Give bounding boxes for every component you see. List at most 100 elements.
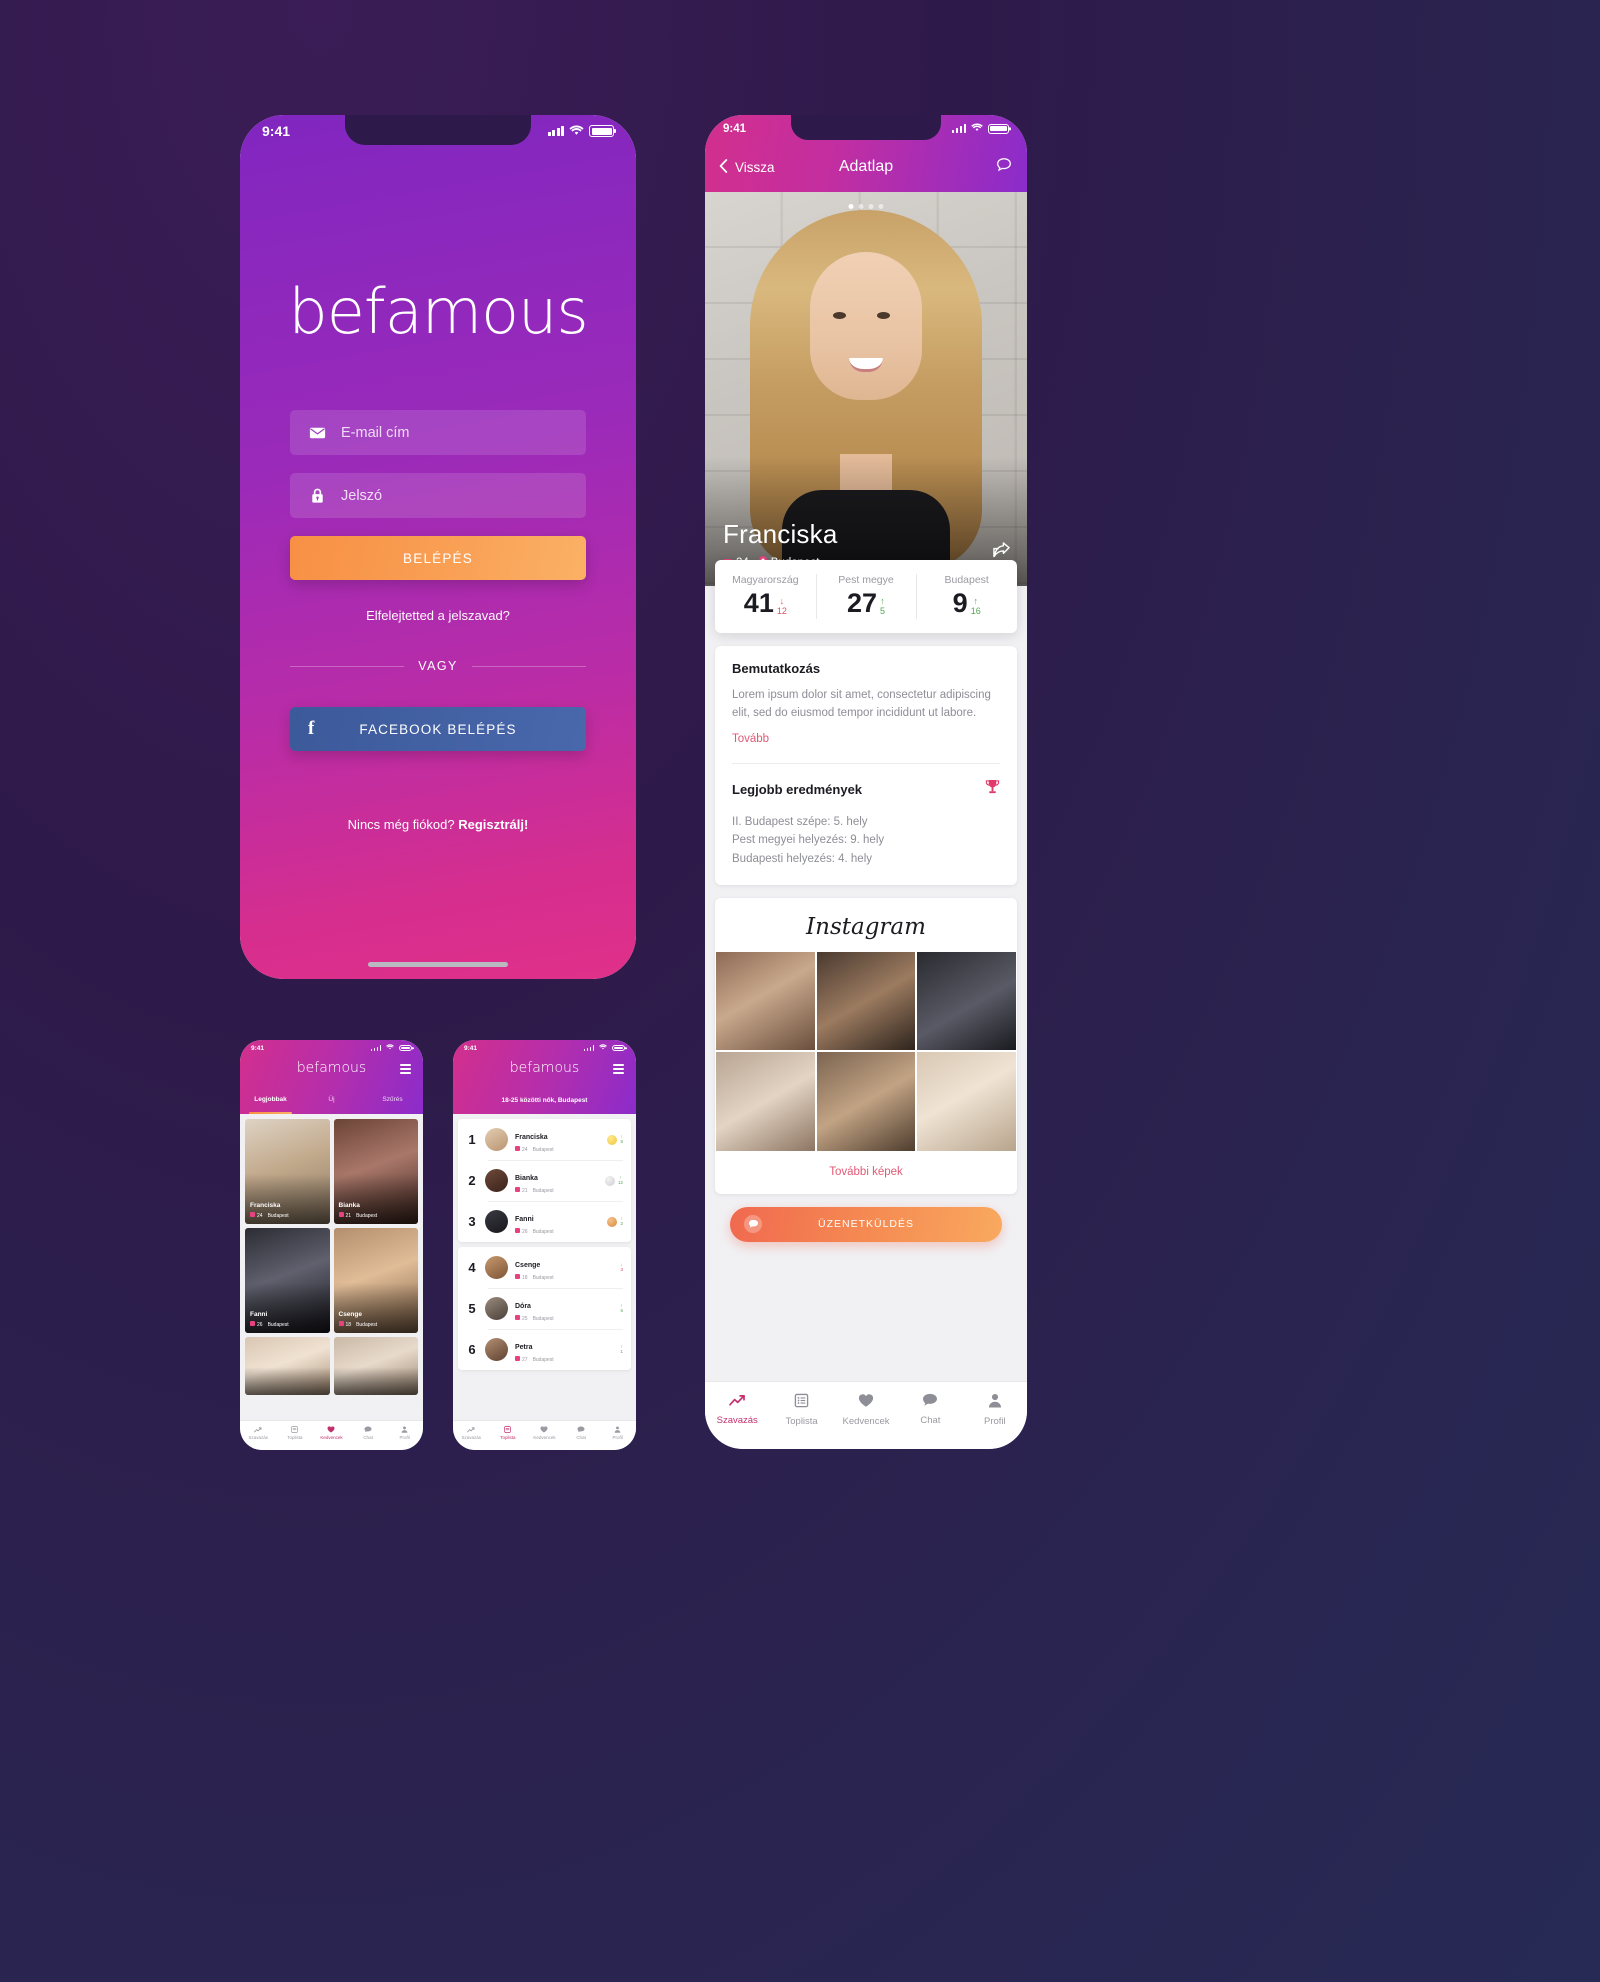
about-more-link[interactable]: Tovább	[732, 733, 769, 745]
profile-card[interactable]: Fanni 26 Budapest	[245, 1228, 330, 1333]
list-item[interactable]: 4 Csenge 18 Budapest ↓ 3	[458, 1247, 631, 1288]
rank-number: 1	[468, 1132, 476, 1147]
profile-card[interactable]: Franciska 24 Budapest	[245, 1119, 330, 1224]
tab-szures[interactable]: Szűrés	[362, 1090, 423, 1114]
tab-kedvencek[interactable]: Kedvencek	[526, 1421, 563, 1445]
stat-label: Budapest	[944, 574, 989, 586]
instagram-photo[interactable]	[917, 1052, 1016, 1151]
facebook-login-label: FACEBOOK BELÉPÉS	[359, 721, 517, 737]
tab-toplista[interactable]: Toplista	[490, 1421, 527, 1445]
list-item[interactable]: 2 Bianka 21 Budapest ↑ 12	[458, 1160, 631, 1201]
stat-item[interactable]: Pest megye 27 ↑ 5	[815, 560, 917, 633]
stat-delta-value: 5	[880, 605, 886, 616]
rank-number: 6	[468, 1342, 476, 1357]
tab-label: Szavazás	[716, 1414, 758, 1426]
tab-legjobbak[interactable]: Legjobbak	[240, 1090, 301, 1114]
silver-medal-icon	[604, 1175, 615, 1186]
tab-label: Toplista	[500, 1435, 516, 1440]
status-bar: 9:41	[453, 1040, 636, 1056]
toplist-group-rest: 4 Csenge 18 Budapest ↓ 3 5 Dóra 25 Budap…	[458, 1247, 631, 1370]
stat-value: 27	[846, 588, 878, 618]
app-logo-text: befamous	[296, 1060, 367, 1076]
separator-line-right	[471, 665, 587, 667]
instagram-photo[interactable]	[716, 951, 815, 1051]
list-item-city: Budapest	[532, 1356, 554, 1363]
about-section: Bemutatkozás Lorem ipsum dolor sit amet,…	[715, 646, 1017, 763]
list-item[interactable]: 3 Fanni 26 Budapest ↑ 2	[458, 1201, 631, 1242]
signup-prompt[interactable]: Nincs még fiókod? Regisztrálj!	[290, 817, 586, 832]
result-item: II. Budapest szépe: 5. hely	[732, 815, 868, 828]
stat-item[interactable]: Budapest 9 ↑ 16	[916, 560, 1017, 633]
list-item[interactable]: 5 Dóra 25 Budapest ↑ 6	[458, 1288, 631, 1329]
or-separator: VAGY	[290, 659, 587, 673]
avatar	[485, 1210, 508, 1233]
list-item-name: Csenge	[515, 1262, 541, 1269]
instagram-photo[interactable]	[816, 1052, 916, 1151]
profile-card[interactable]: Csenge 18 Budapest	[333, 1228, 418, 1333]
toplist-filter-subtitle[interactable]: 18-25 közötti nők, Budapest	[453, 1090, 636, 1104]
tab-toplista[interactable]: Toplista	[769, 1382, 833, 1437]
list-item-city: Budapest	[532, 1315, 554, 1322]
tab-szavazas[interactable]: Szavazás	[705, 1382, 769, 1437]
profile-card[interactable]	[245, 1337, 330, 1395]
instagram-more-link[interactable]: További képek	[715, 1151, 1017, 1194]
list-item-name: Franciska	[515, 1134, 548, 1141]
tab-szavazas[interactable]: Szavazás	[240, 1421, 277, 1445]
toplist-scroll-area[interactable]: 1 Franciska 24 Budapest ↑ 5 2 Bianka 21 …	[453, 1114, 636, 1420]
chat-icon[interactable]	[995, 156, 1013, 179]
stat-delta: ↓ 12	[777, 596, 787, 616]
age-square-icon	[515, 1356, 520, 1361]
signup-link[interactable]: Regisztrálj!	[458, 817, 528, 832]
stat-item[interactable]: Magyarország 41 ↓ 12	[715, 560, 816, 633]
login-button[interactable]: BELÉPÉS	[290, 536, 586, 580]
send-message-label: ÜZENETKÜLDÉS	[817, 1218, 914, 1231]
grid-scroll-area[interactable]: Franciska 24 Budapest Bianka 21 Budapest	[240, 1114, 423, 1420]
tab-chat[interactable]: Chat	[563, 1421, 600, 1445]
tab-szavazas[interactable]: Szavazás	[453, 1421, 490, 1445]
facebook-login-button[interactable]: f FACEBOOK BELÉPÉS	[290, 707, 586, 751]
profile-card[interactable]	[333, 1337, 418, 1395]
profile-scroll-area[interactable]: Franciska 24 Budapest	[705, 192, 1027, 1381]
instagram-photo[interactable]	[816, 951, 916, 1051]
tab-profil[interactable]: Profil	[386, 1421, 423, 1445]
hero-eye-right	[877, 312, 890, 319]
tab-uj[interactable]: Új	[301, 1090, 362, 1114]
photo-pagination-dots[interactable]	[848, 204, 884, 209]
tab-kedvencek[interactable]: Kedvencek	[834, 1382, 898, 1437]
menu-icon[interactable]	[400, 1064, 411, 1076]
list-icon	[794, 1393, 809, 1411]
card-meta: 26 Budapest	[250, 1321, 289, 1328]
tab-profil[interactable]: Profil	[599, 1421, 636, 1445]
tab-chat[interactable]: Chat	[350, 1421, 387, 1445]
instagram-photo[interactable]	[716, 1052, 815, 1151]
forgot-password-link[interactable]: Elfelejtetted a jelszavad?	[290, 608, 586, 623]
menu-icon[interactable]	[613, 1064, 624, 1076]
app-logo-text: befamous	[288, 275, 588, 348]
hero-face	[810, 252, 922, 400]
status-time: 9:41	[262, 123, 291, 139]
profile-card-grid: Franciska 24 Budapest Bianka 21 Budapest	[240, 1114, 423, 1400]
tab-kedvencek[interactable]: Kedvencek	[313, 1421, 350, 1445]
instagram-photo[interactable]	[917, 951, 1016, 1051]
profile-hero-photo[interactable]: Franciska 24 Budapest	[705, 192, 1027, 586]
card-name: Csenge	[338, 1311, 362, 1318]
list-item[interactable]: 1 Franciska 24 Budapest ↑ 5	[458, 1119, 631, 1160]
rank-score: ↑ 1	[620, 1344, 623, 1355]
card-city: Budapest	[267, 1321, 289, 1328]
card-age: 26	[257, 1322, 263, 1328]
stat-label: Pest megye	[838, 574, 894, 586]
age-square-icon	[515, 1187, 520, 1192]
list-item[interactable]: 6 Petra 27 Budapest ↑ 1	[458, 1329, 631, 1370]
password-field[interactable]: Jelszó	[290, 473, 586, 518]
tab-profil[interactable]: Profil	[963, 1382, 1027, 1437]
rank-delta-value: 3	[620, 1266, 623, 1272]
email-field[interactable]: E-mail cím	[290, 410, 586, 455]
tab-toplista[interactable]: Toplista	[277, 1421, 314, 1445]
send-message-button[interactable]: ÜZENETKÜLDÉS	[730, 1206, 1002, 1242]
profile-card[interactable]: Bianka 21 Budapest	[333, 1119, 418, 1224]
card-age: 21	[345, 1213, 352, 1219]
tab-chat[interactable]: Chat	[898, 1382, 962, 1437]
stat-label: Magyarország	[732, 574, 799, 586]
card-name: Bianka	[338, 1202, 360, 1209]
avatar	[485, 1256, 508, 1279]
